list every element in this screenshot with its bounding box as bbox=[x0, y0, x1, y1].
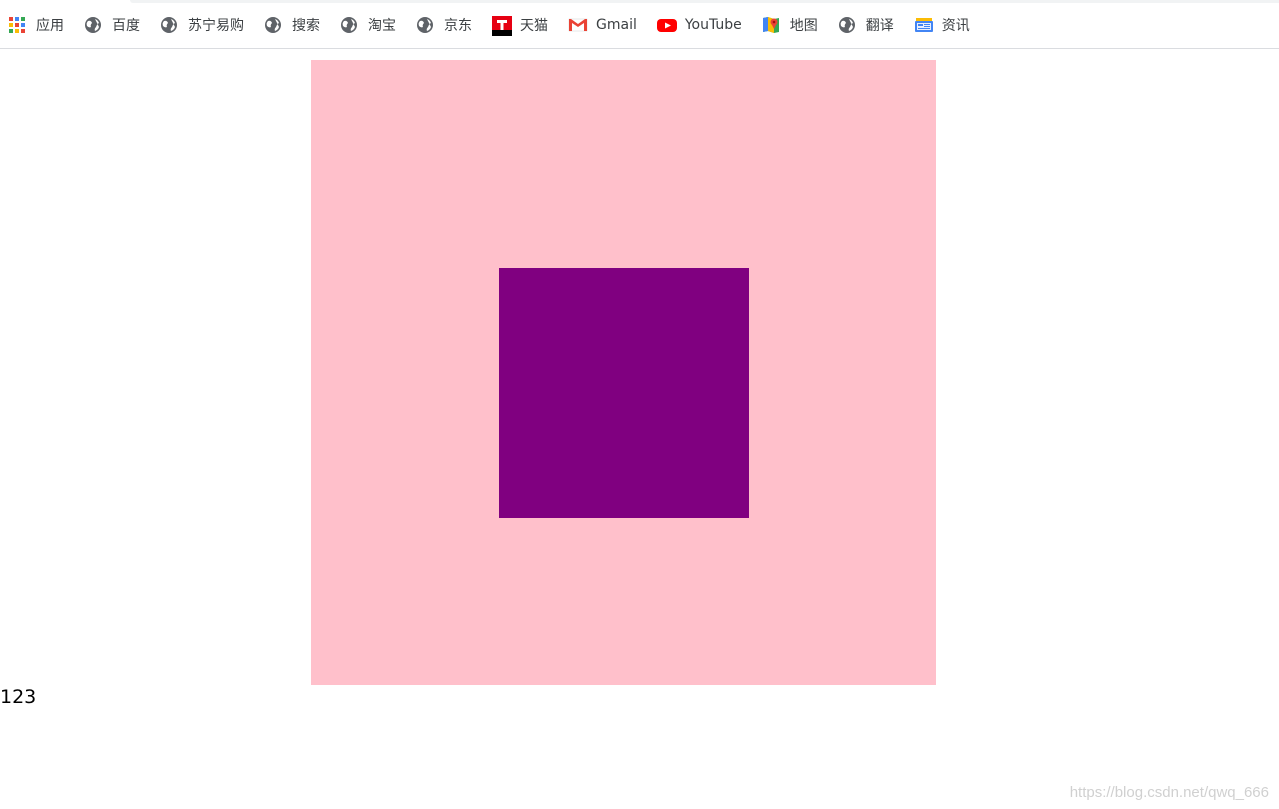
globe-icon bbox=[340, 16, 358, 34]
globe-icon bbox=[416, 16, 434, 34]
youtube-icon bbox=[656, 16, 677, 34]
bookmark-baidu[interactable]: 百度 bbox=[84, 14, 140, 36]
gmail-icon bbox=[568, 16, 588, 34]
bookmark-label: 地图 bbox=[789, 18, 818, 34]
bookmark-label: 淘宝 bbox=[368, 18, 396, 34]
globe-icon bbox=[838, 16, 856, 34]
bookmark-label: 苏宁易购 bbox=[188, 18, 244, 34]
bookmark-label: YouTube bbox=[684, 17, 742, 33]
inner-purple-box bbox=[499, 268, 749, 518]
bookmark-tmall[interactable]: 天猫 bbox=[492, 14, 548, 36]
tab-strip-edge bbox=[130, 0, 1279, 3]
globe-icon bbox=[84, 16, 102, 34]
bookmark-label: 京东 bbox=[444, 18, 472, 34]
bookmark-search[interactable]: 搜索 bbox=[264, 14, 320, 36]
tmall-icon bbox=[492, 16, 512, 36]
bookmark-label: 翻译 bbox=[865, 18, 894, 34]
bookmark-label: Gmail bbox=[596, 17, 637, 33]
bookmark-apps[interactable]: 应用 bbox=[8, 14, 64, 36]
bookmark-news[interactable]: 资讯 bbox=[914, 14, 970, 36]
bookmark-label: 天猫 bbox=[520, 18, 548, 34]
bookmarks-bar: 应用 百度 苏宁易购 搜索 淘宝 京东 天猫 Gmail YouTube 地图 … bbox=[0, 0, 1279, 49]
globe-icon bbox=[160, 16, 178, 34]
apps-grid-icon bbox=[8, 16, 26, 34]
bookmark-jd[interactable]: 京东 bbox=[416, 14, 472, 36]
watermark: https://blog.csdn.net/qwq_666 bbox=[1069, 784, 1269, 801]
body-text: 123 bbox=[0, 686, 37, 708]
bookmark-translate[interactable]: 翻译 bbox=[838, 14, 894, 36]
globe-icon bbox=[264, 16, 282, 34]
bookmark-taobao[interactable]: 淘宝 bbox=[340, 14, 396, 36]
news-icon bbox=[914, 16, 933, 34]
bookmark-label: 百度 bbox=[112, 18, 140, 34]
bookmarks-list: 应用 百度 苏宁易购 搜索 淘宝 京东 天猫 Gmail YouTube 地图 … bbox=[8, 14, 990, 36]
bookmark-youtube[interactable]: YouTube bbox=[656, 14, 742, 36]
bookmark-maps[interactable]: 地图 bbox=[762, 14, 818, 36]
bookmark-suning[interactable]: 苏宁易购 bbox=[160, 14, 244, 36]
maps-icon bbox=[762, 16, 780, 34]
bookmark-label: 应用 bbox=[36, 18, 64, 34]
bookmark-label: 资讯 bbox=[941, 18, 970, 34]
outer-pink-box bbox=[311, 60, 936, 685]
bookmark-gmail[interactable]: Gmail bbox=[568, 14, 637, 36]
bookmark-label: 搜索 bbox=[292, 18, 320, 34]
